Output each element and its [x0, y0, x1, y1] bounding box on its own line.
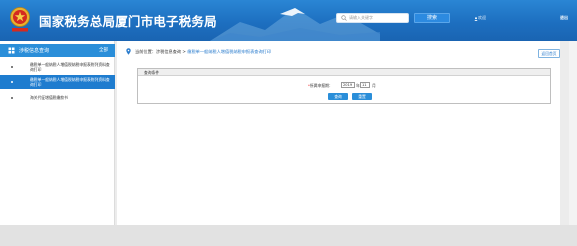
location-pin-icon: [126, 48, 131, 55]
bullet-icon: [11, 66, 13, 68]
sidebar-section-label: 涉税信息查询: [19, 48, 50, 54]
query-panel-title: 查询条件: [144, 70, 160, 75]
reset-button[interactable]: 重置: [352, 93, 372, 100]
month-input[interactable]: 11: [360, 82, 370, 88]
sidebar-item-customs-vat[interactable]: 海关代征增值税缴款书: [0, 93, 115, 102]
top-header: 国家税务总局厦门市电子税务局 请输入关键字 搜索 欢迎 退出: [0, 0, 577, 41]
sidebar-item-label: 缴税单一般纳税人增值税纳税申报表附列资料查询打印: [30, 77, 110, 87]
bullet-icon: [11, 96, 13, 99]
query-button[interactable]: 查询: [328, 93, 348, 100]
sidebar-item-vat-attachment-print-active[interactable]: 缴税单一般纳税人增值税纳税申报表附列资料查询打印: [0, 75, 115, 89]
sidebar-section-header[interactable]: 涉税信息查询 全部: [0, 44, 115, 57]
site-title: 国家税务总局厦门市电子税务局: [39, 14, 217, 29]
page-bottom-area: [0, 225, 577, 246]
back-home-button[interactable]: 返回首页: [538, 49, 560, 58]
year-input[interactable]: 2019: [341, 82, 355, 88]
month-unit-label: 月: [372, 83, 376, 88]
scrollbar[interactable]: [569, 41, 577, 225]
sidebar-item-vat-attachment-print[interactable]: 缴税单一般纳税人增值税纳税申报表附列资料查询打印: [0, 60, 115, 74]
search-button[interactable]: 搜索: [414, 13, 450, 23]
breadcrumb-prefix: 当前位置：: [135, 49, 156, 54]
query-panel: 查询条件 *所属申报期： 2019 年 11 月 查询 重置: [137, 68, 551, 104]
query-panel-header: 查询条件: [138, 69, 550, 76]
sidebar-item-label: 海关代征增值税缴款书: [30, 95, 68, 100]
bullet-icon: [11, 81, 13, 83]
breadcrumb-parent[interactable]: 涉税信息查询: [156, 49, 181, 54]
logout-link[interactable]: 退出: [560, 15, 568, 21]
sidebar-item-label: 缴税单一般纳税人增值税纳税申报表附列资料查询打印: [30, 62, 110, 72]
sidebar-section-all-link[interactable]: 全部: [99, 47, 108, 53]
search-icon: [341, 15, 347, 21]
breadcrumb: 当前位置：涉税信息查询 > 缴税单一般纳税人增值税纳税申报表查询打印: [135, 49, 271, 55]
tax-bureau-emblem-icon: [10, 7, 30, 32]
breadcrumb-current: 缴税单一般纳税人增值税纳税申报表查询打印: [187, 49, 272, 54]
user-area: 欢迎 退出: [474, 15, 570, 23]
user-name: 欢迎: [478, 15, 486, 20]
sidebar: 涉税信息查询 全部 缴税单一般纳税人增值税纳税申报表附列资料查询打印 缴税单一般…: [0, 41, 115, 225]
grid-icon: [8, 47, 15, 54]
period-field-label: *所属申报期：: [308, 83, 333, 88]
